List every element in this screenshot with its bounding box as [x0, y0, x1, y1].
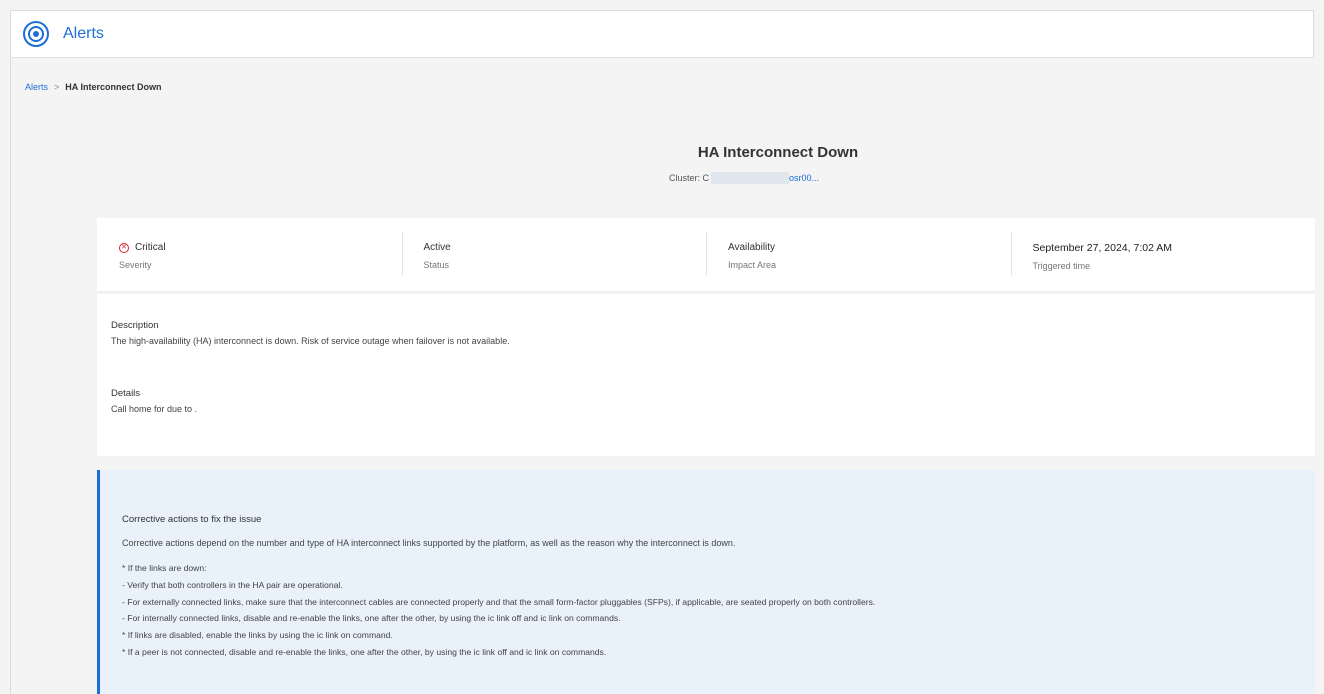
- description-heading: Description: [111, 320, 159, 331]
- top-bar: Alerts: [10, 10, 1314, 58]
- breadcrumb-alerts-link[interactable]: Alerts: [25, 82, 48, 92]
- corrective-step: * If links are disabled, enable the link…: [122, 630, 393, 641]
- corrective-step: - Verify that both controllers in the HA…: [122, 579, 343, 590]
- cluster-label: Cluster: C: [669, 173, 710, 183]
- main-content: Alerts > HA Interconnect Down HA Interco…: [10, 58, 1315, 694]
- cluster-line: Cluster: C osr00...: [669, 172, 819, 184]
- impact-area-cell: Availability Impact Area: [706, 218, 1011, 291]
- status-label: Status: [423, 260, 450, 270]
- severity-label: Severity: [119, 260, 152, 270]
- breadcrumb-current: HA Interconnect Down: [65, 82, 162, 92]
- corrective-step: - For externally connected links, make s…: [122, 596, 876, 607]
- cluster-link[interactable]: osr00...: [789, 173, 819, 183]
- app-title: Alerts: [63, 25, 104, 42]
- corrective-steps-list: * If the links are down: - Verify that b…: [122, 560, 1315, 661]
- status-value: Active: [423, 242, 451, 253]
- corrective-intro: Corrective actions depend on the number …: [122, 538, 736, 548]
- corrective-actions-panel: Corrective actions to fix the issue Corr…: [97, 470, 1315, 694]
- page-title: HA Interconnect Down: [697, 144, 859, 161]
- details-text: Call home for due to .: [111, 404, 198, 414]
- impact-area-label: Impact Area: [728, 260, 777, 270]
- corrective-step: - For internally connected links, disabl…: [122, 613, 621, 624]
- corrective-step: * If the links are down:: [122, 563, 207, 573]
- description-text: The high-availability (HA) interconnect …: [111, 336, 510, 346]
- critical-icon: ✕: [119, 242, 129, 253]
- status-cell: Active Status: [401, 218, 707, 291]
- redacted-block: [711, 172, 790, 184]
- impact-area-value: Availability: [728, 242, 776, 253]
- triggered-time-value: September 27, 2024, 7:02 AM: [1032, 242, 1173, 254]
- triggered-time-label: Triggered time: [1032, 261, 1091, 271]
- corrective-heading: Corrective actions to fix the issue: [122, 514, 262, 525]
- details-heading: Details: [111, 388, 141, 399]
- details-block: Details Call home for due to .: [111, 388, 1315, 414]
- severity-value: Critical: [135, 242, 166, 253]
- description-card: Description The high-availability (HA) i…: [97, 294, 1315, 456]
- breadcrumb-separator: >: [54, 82, 60, 92]
- alert-logo-icon[interactable]: [23, 21, 49, 47]
- breadcrumb: Alerts > HA Interconnect Down: [25, 82, 161, 92]
- triggered-time-cell: September 27, 2024, 7:02 AM Triggered ti…: [1010, 218, 1316, 291]
- severity-cell: ✕ Critical Severity: [97, 218, 402, 291]
- alert-summary-card: ✕ Critical Severity Active Status Availa…: [97, 218, 1315, 292]
- corrective-step: * If a peer is not connected, disable an…: [122, 646, 607, 657]
